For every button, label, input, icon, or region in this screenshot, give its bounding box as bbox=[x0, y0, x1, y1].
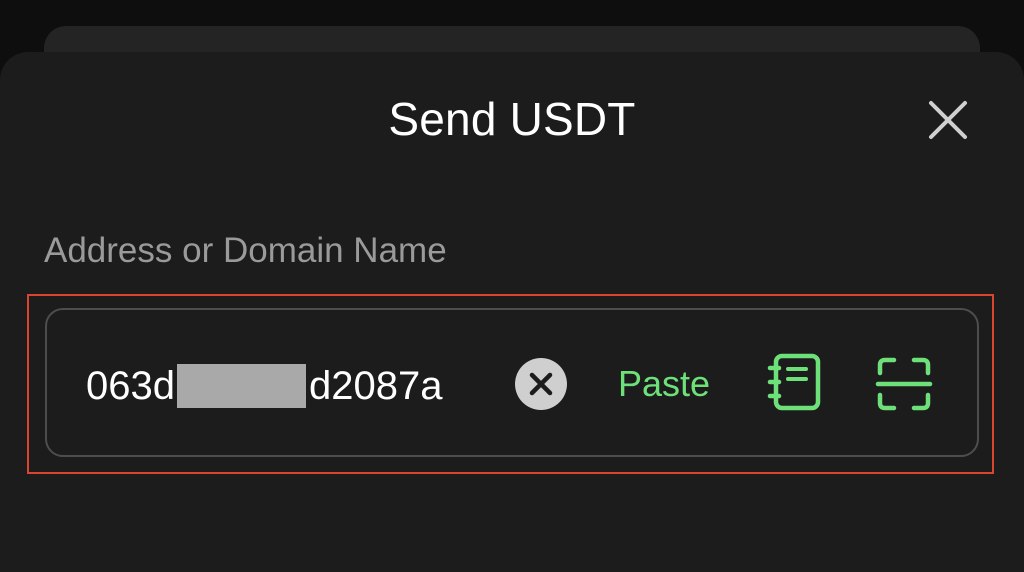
scan-icon bbox=[875, 357, 933, 411]
address-field-label: Address or Domain Name bbox=[44, 231, 447, 270]
clear-input-button[interactable] bbox=[515, 358, 567, 410]
close-icon bbox=[929, 101, 967, 139]
page-title: Send USDT bbox=[388, 93, 636, 145]
address-redaction bbox=[176, 364, 306, 408]
close-button[interactable] bbox=[924, 96, 972, 144]
address-book-button[interactable] bbox=[766, 352, 824, 412]
scan-qr-button[interactable] bbox=[874, 355, 934, 413]
paste-button[interactable]: Paste bbox=[618, 360, 710, 408]
address-value-prefix: 063d bbox=[86, 363, 175, 408]
address-book-icon bbox=[767, 353, 821, 411]
address-value[interactable]: 063d d2087a bbox=[86, 358, 442, 414]
address-value-suffix: d2087a bbox=[308, 363, 443, 408]
clear-icon bbox=[529, 372, 553, 396]
